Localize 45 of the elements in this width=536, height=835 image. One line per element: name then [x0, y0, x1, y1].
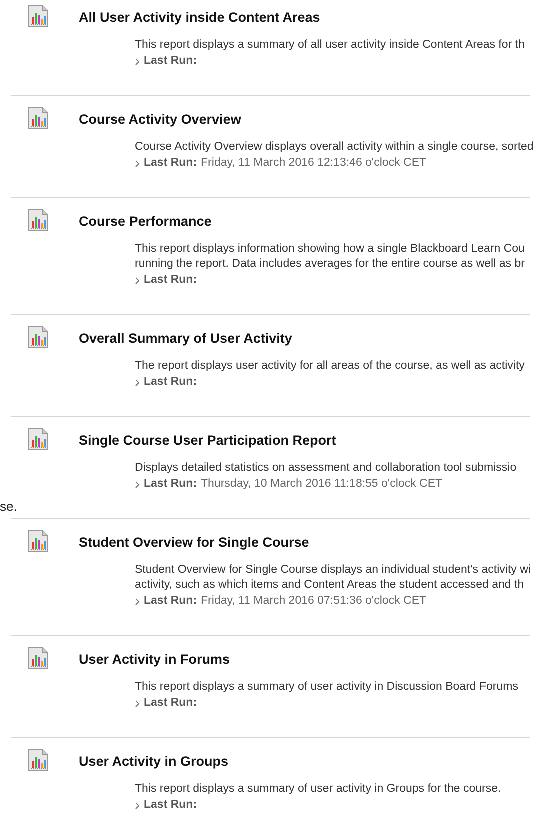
chevron-icon: [135, 802, 140, 810]
report-description: This report displays information showing how a single Blackboard Learn Cou: [135, 242, 526, 257]
report-chart-icon: [28, 5, 50, 29]
last-run-label: Last Run:: [144, 477, 198, 492]
cut-off-text: se.: [0, 499, 18, 514]
report-title-link[interactable]: User Activity in Groups: [79, 754, 229, 768]
last-run-value: Thursday, 10 March 2016 11:18:55 o'clock CET: [201, 477, 443, 492]
last-run-label: Last Run:: [144, 594, 198, 609]
report-description: Student Overview for Single Course displays an individual student's activity wi: [135, 563, 530, 578]
last-run-label: Last Run:: [144, 375, 198, 390]
last-run-label: Last Run:: [144, 798, 198, 813]
report-chart-icon: [28, 647, 50, 671]
chevron-icon: [135, 598, 140, 606]
report-title-link[interactable]: All User Activity inside Content Areas: [79, 10, 320, 24]
report-description: activity, such as which items and Content Areas the student accessed and th: [135, 578, 526, 593]
chevron-icon: [135, 160, 140, 168]
report-chart-icon: [28, 107, 50, 131]
last-run-label: Last Run:: [144, 696, 198, 711]
chevron-icon: [135, 480, 140, 488]
report-description: running the report. Data includes averages for the entire course as well as br: [135, 257, 526, 272]
report-chart-icon: [28, 749, 50, 773]
report-chart-icon: [28, 530, 50, 554]
report-chart-icon: [28, 428, 50, 452]
last-run-value: Friday, 11 March 2016 07:51:36 o'clock CET: [201, 594, 427, 609]
report-chart-icon: [28, 209, 50, 233]
report-description: This report displays a summary of all user activity inside Content Areas for th: [135, 38, 526, 53]
report-title-link[interactable]: Single Course User Participation Report: [79, 432, 336, 448]
last-run-label: Last Run:: [144, 156, 198, 171]
report-chart-icon: [28, 326, 50, 350]
chevron-icon: [135, 700, 140, 708]
last-run-value: Friday, 11 March 2016 12:13:46 o'clock CET: [201, 156, 427, 171]
report-title-link[interactable]: Course Performance: [79, 214, 212, 228]
last-run-label: Last Run:: [144, 273, 198, 288]
report-description: The report displays user activity for all areas of the course, as well as activity: [135, 359, 526, 374]
report-description: This report displays a summary of user activity in Discussion Board Forums: [135, 680, 520, 695]
report-title-link[interactable]: Student Overview for Single Course: [79, 534, 310, 550]
report-title-link[interactable]: Overall Summary of User Activity: [79, 330, 292, 346]
report-description: Displays detailed statistics on assessment and collaboration tool submissio: [135, 461, 518, 476]
report-title-link[interactable]: Course Activity Overview: [79, 112, 242, 126]
chevron-icon: [135, 378, 140, 386]
report-description: This report displays a summary of user activity in Groups for the course.: [135, 782, 502, 797]
report-title-link[interactable]: User Activity in Forums: [79, 652, 230, 666]
chevron-icon: [135, 58, 140, 66]
last-run-label: Last Run:: [144, 54, 198, 69]
chevron-icon: [135, 276, 140, 284]
